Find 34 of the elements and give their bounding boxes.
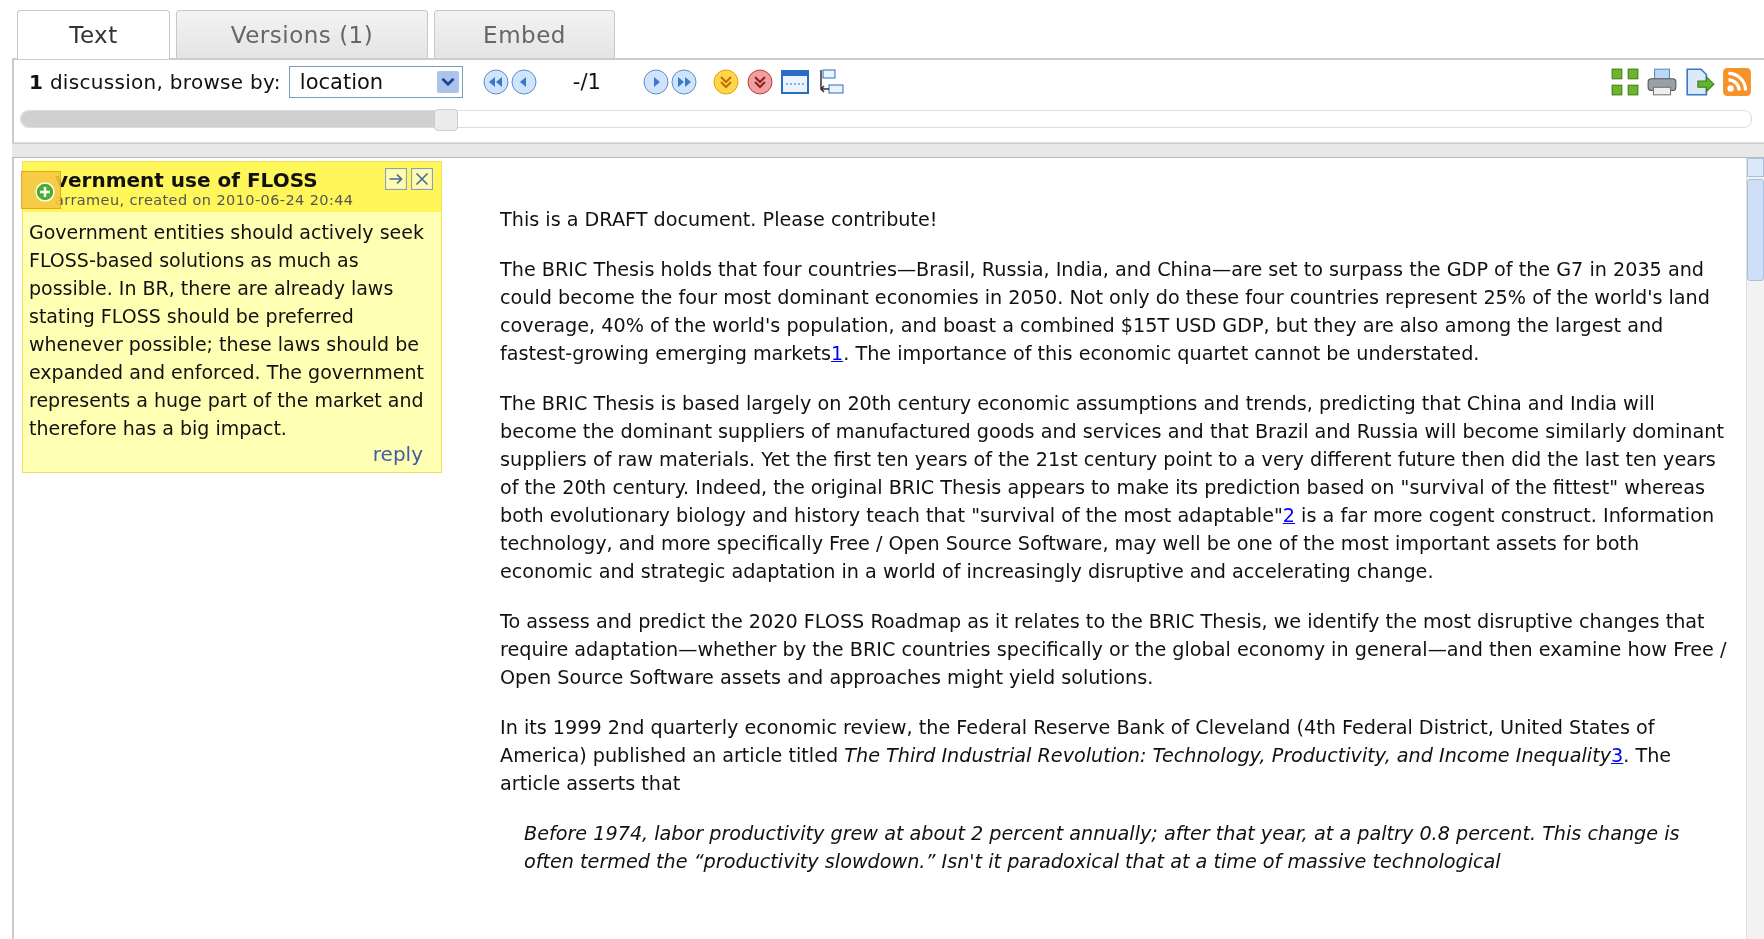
footnote-link[interactable]: 3 — [1611, 744, 1624, 767]
paragraph: The BRIC Thesis is based largely on 20th century economic assumptions and trends, predicting that China and India will become the dominant suppliers of manufactured goods and services and that Brazil and Russia will become similarly dominant suppliers of raw materials. Yet the first ten years of the 21st century point to a very different future then did the last ten years of the 20th century. Indeed, the original BRIC Thesis appears to make its prediction based on "survival of the fittest" whereas both evolutionary biology and history teach that "survival of the most adaptable"2 is a far more cogent construct. Information technology, and more specifically Free / Open Source Software, may well be one of the most important assets for both economic and strategic adaptation in a world of increasingly disruptive and accelerating change. — [500, 391, 1725, 585]
comment-meta: arrameu, created on 2010-06-24 20:44 — [55, 192, 354, 208]
fullscreen-icon[interactable] — [1610, 67, 1640, 97]
paragraph: To assess and predict the 2020 FLOSS Roadmap as it relates to the BRIC Thesis, we identify the most disruptive changes that require adaptation—whether by the BRIC countries specifically or the global economy in general—and then examine how Free / Open Source Software assets and approaches might yield solutions. — [500, 609, 1728, 691]
rss-icon[interactable] — [1722, 67, 1752, 97]
tab[interactable]: Text — [17, 10, 170, 59]
discussion-count: 1 discussion, browse by: — [29, 70, 281, 94]
close-icon[interactable] — [411, 168, 433, 190]
window-icon[interactable] — [780, 69, 809, 95]
last-icon[interactable] — [670, 69, 697, 95]
paragraph: The BRIC Thesis holds that four countries—Brasil, Russia, India, and China—are set to surpass the GDP of the G7 in 2035 and could become the four most dominant economies in 2050. Not only do these four countries represent 25% of the world's land coverage, 40% of the world's population, and boast a combined $15T USD GDP, but they are also among the largest and fastest-growing emerging markets1. The importance of this economic quartet cannot be understated. — [500, 257, 1711, 367]
reply-link[interactable]: reply — [372, 442, 423, 466]
printer-icon[interactable] — [1646, 67, 1678, 97]
paragraph: This is a DRAFT document. Please contribute! — [500, 207, 939, 233]
footnote-link[interactable]: 1 — [831, 342, 844, 365]
position-counter: -/1 — [572, 70, 601, 94]
previous-icon[interactable] — [510, 69, 537, 95]
next-icon[interactable] — [642, 69, 669, 95]
footnote-link[interactable]: 2 — [1282, 504, 1295, 527]
scrollbar[interactable] — [1746, 158, 1764, 939]
block-quote: Before 1974, labor productivity grew at about 2 percent annually; after that year, at a paltry 0.8 percent. This change is often termed the “productivity slowdown.” Isn't it paradoxical that at a time of massive technological — [524, 821, 1681, 875]
slider-handle[interactable] — [433, 109, 458, 131]
browse-by-dropdown[interactable]: location — [288, 66, 463, 98]
comment-title: vernment use of FLOSS — [55, 168, 319, 192]
export-icon[interactable] — [1684, 67, 1716, 97]
collapse-all-icon[interactable] — [746, 69, 773, 95]
paragraph: In its 1999 2nd quarterly economic review, the Federal Reserve Bank of Cleveland (4th Federal District, United States of America) published an article titled The Third Industrial Revolution: Technology, Productivity, and Income Inequality3. The article asserts that — [500, 715, 1673, 797]
expand-all-icon[interactable] — [712, 69, 739, 95]
tab[interactable]: Embed — [434, 10, 615, 58]
first-icon[interactable] — [482, 69, 509, 95]
caret-icon — [436, 71, 459, 93]
tab[interactable]: Versions (1) — [176, 10, 428, 58]
comment-body: Government entities should actively seek FLOSS-based solutions as much as possible. In BR, there are already laws stating FLOSS should be preferred whenever possible; these laws should be expanded and enforced. The government represents a huge part of the market and therefore has a big impact. — [29, 220, 425, 441]
